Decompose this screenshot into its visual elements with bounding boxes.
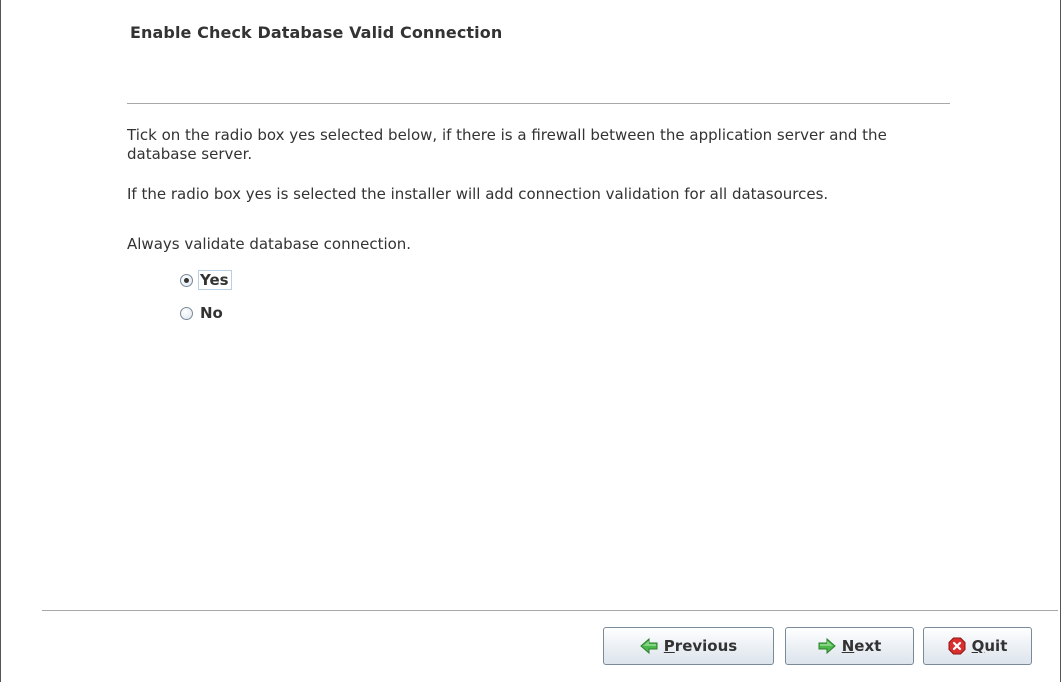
previous-button[interactable]: Previous — [603, 627, 774, 665]
instruction-firewall: Tick on the radio box yes selected below… — [127, 126, 887, 163]
radio-option-yes[interactable]: Yes — [180, 268, 232, 292]
radio-label-yes[interactable]: Yes — [198, 270, 232, 290]
arrow-left-icon — [640, 637, 658, 655]
arrow-right-icon — [818, 637, 836, 655]
quit-mnemonic: Q — [971, 637, 985, 655]
previous-mnemonic: P — [663, 637, 675, 655]
title-divider — [127, 103, 950, 104]
radio-option-no[interactable]: No — [180, 301, 226, 325]
quit-button[interactable]: Quit — [923, 627, 1032, 665]
question-label: Always validate database connection. — [127, 235, 412, 253]
previous-label: revious — [674, 637, 738, 655]
page-title: Enable Check Database Valid Connection — [130, 23, 503, 42]
radio-button-no[interactable] — [180, 306, 193, 320]
radio-label-no[interactable]: No — [198, 303, 226, 323]
next-label: ext — [854, 637, 882, 655]
next-mnemonic: N — [841, 637, 855, 655]
quit-label: uit — [984, 637, 1008, 655]
installer-panel: Enable Check Database Valid Connection T… — [0, 0, 1061, 682]
next-button[interactable]: Next — [785, 627, 914, 665]
instruction-validation: If the radio box yes is selected the ins… — [127, 185, 829, 203]
stop-icon — [948, 637, 966, 655]
button-bar-divider — [42, 610, 1058, 611]
radio-button-yes[interactable] — [180, 273, 193, 287]
